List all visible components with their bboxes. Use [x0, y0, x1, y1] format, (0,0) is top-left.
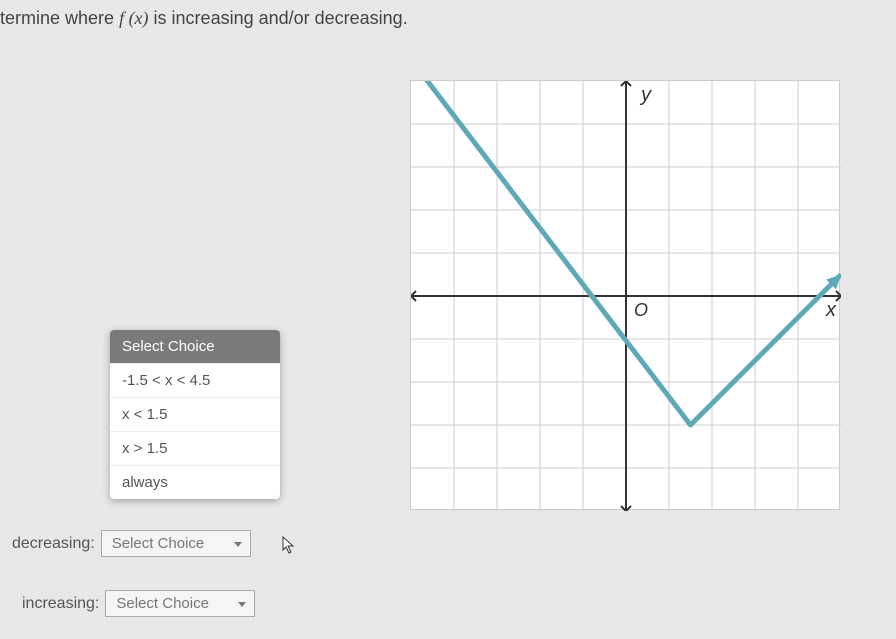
decreasing-row: decreasing: Select Choice	[12, 530, 251, 557]
dropdown-option-2[interactable]: x > 1.5	[110, 431, 280, 465]
decreasing-select-text: Select Choice	[112, 535, 205, 552]
dropdown-header: Select Choice	[110, 330, 280, 363]
dropdown-option-3[interactable]: always	[110, 465, 280, 499]
dropdown-option-0[interactable]: -1.5 < x < 4.5	[110, 363, 280, 397]
origin-label: O	[634, 300, 648, 320]
cursor-icon	[282, 536, 296, 554]
decreasing-select[interactable]: Select Choice	[101, 530, 251, 557]
increasing-row: increasing: Select Choice	[22, 590, 255, 617]
x-axis-label: x	[825, 299, 837, 321]
increasing-select-text: Select Choice	[116, 595, 209, 612]
y-axis-label: y	[639, 84, 652, 106]
question-prefix: termine where	[0, 8, 119, 28]
dropdown-option-1[interactable]: x < 1.5	[110, 397, 280, 431]
graph-svg: y x O	[411, 81, 841, 511]
question-text: termine where f (x) is increasing and/or…	[0, 8, 408, 29]
increasing-label: increasing:	[22, 595, 99, 613]
question-suffix: is increasing and/or decreasing.	[149, 8, 408, 28]
question-fx: f (x)	[119, 8, 148, 28]
dropdown-popup: Select Choice -1.5 < x < 4.5 x < 1.5 x >…	[110, 330, 280, 499]
increasing-select[interactable]: Select Choice	[105, 590, 255, 617]
decreasing-label: decreasing:	[12, 535, 95, 553]
graph: y x O	[410, 80, 840, 510]
